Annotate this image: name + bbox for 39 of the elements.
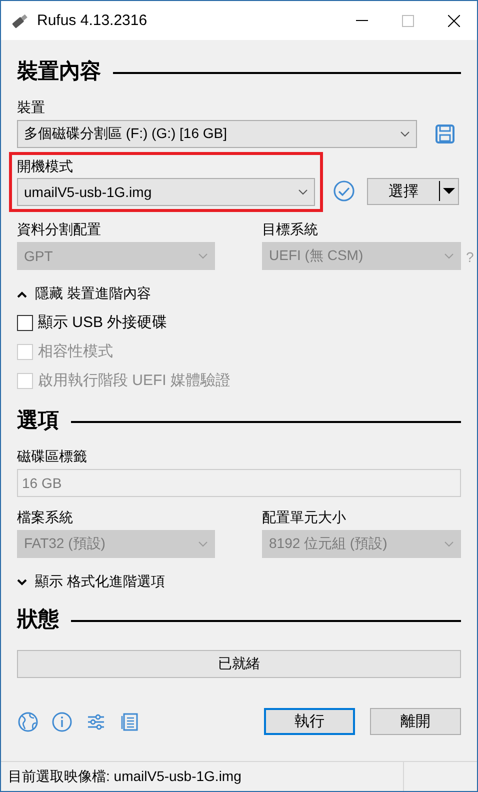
status-bar-text: 目前選取映像檔: umailV5-usb-1G.img xyxy=(7,768,242,786)
field-label: 目標系統 xyxy=(262,220,319,238)
globe-icon[interactable] xyxy=(17,710,39,732)
advanced-toggle[interactable]: 顯示 格式化進階選項 xyxy=(17,572,165,592)
log-icon[interactable] xyxy=(119,710,141,732)
advanced-toggle[interactable]: 隱藏 裝置進階內容 xyxy=(17,284,151,304)
checkbox-option[interactable]: 顯示 USB 外接硬碟 xyxy=(17,308,168,337)
field-label: 配置單元大小 xyxy=(262,508,347,526)
field-label: 磁碟區標籤 xyxy=(17,447,88,465)
checkbox[interactable] xyxy=(17,314,33,330)
section-heading: 選項 xyxy=(17,408,59,434)
select-split-button[interactable]: 選擇 xyxy=(367,178,459,204)
chevron-up-icon xyxy=(17,290,27,298)
close-icon xyxy=(448,14,460,26)
usb-drive-icon xyxy=(11,12,29,30)
progress-bar: 已就緒 xyxy=(17,650,461,678)
boot-selection-dropdown[interactable]: umailV5-usb-1G.img xyxy=(17,178,315,206)
save-icon[interactable] xyxy=(435,124,455,144)
section-heading: 裝置內容 xyxy=(17,58,101,85)
field-label: 資料分割配置 xyxy=(17,220,102,238)
maximize-icon xyxy=(402,14,414,26)
dropdown-caret-icon xyxy=(198,253,208,259)
field-label: 裝置 xyxy=(17,98,46,116)
check-circle-icon[interactable] xyxy=(333,180,355,202)
field-label: 檔案系統 xyxy=(17,508,74,526)
dropdown-caret-icon xyxy=(400,131,410,137)
device-dropdown[interactable]: 多個磁碟分割區 (F:) (G:) [16 GB] xyxy=(17,120,417,148)
section-heading: 狀態 xyxy=(17,607,59,633)
chevron-down-icon xyxy=(17,578,27,586)
minimize-icon xyxy=(356,20,368,22)
dropdown-caret-icon xyxy=(198,541,208,547)
info-icon[interactable] xyxy=(51,710,73,732)
window-title: Rufus 4.13.2316 xyxy=(37,12,148,29)
dropdown-caret-icon xyxy=(298,189,308,195)
dropdown-caret-icon xyxy=(444,253,454,259)
field-label: 開機模式 xyxy=(17,157,74,175)
dropdown-caret-icon xyxy=(444,541,454,547)
dialog-button[interactable]: 執行 xyxy=(264,708,355,735)
dialog-button[interactable]: 離開 xyxy=(370,708,461,735)
